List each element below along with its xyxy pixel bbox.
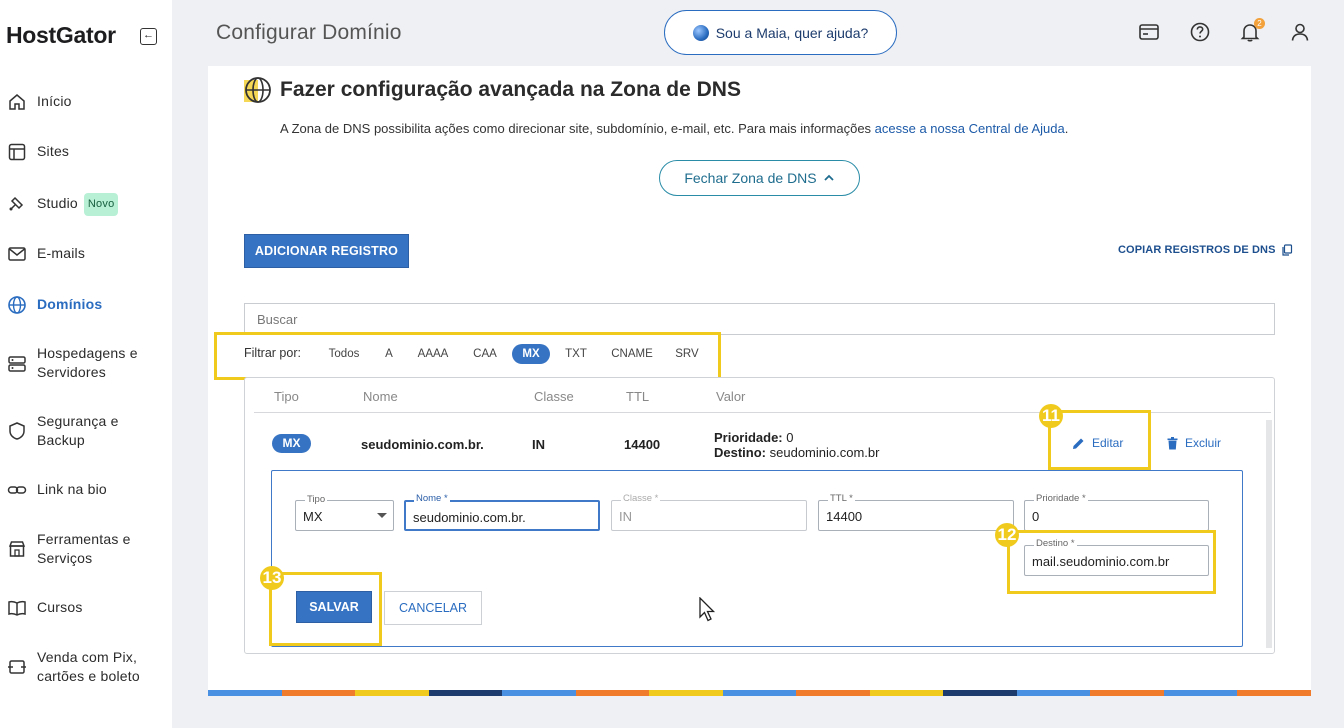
new-badge: Novo [83,193,119,216]
user-account-icon[interactable] [1289,21,1311,43]
link-icon [7,486,27,494]
record-ttl: 14400 [624,437,661,452]
help-center-link[interactable]: acesse a nossa Central de Ajuda [875,121,1065,136]
help-circle-icon[interactable] [1189,21,1211,43]
search-input[interactable]: Buscar [244,303,1275,335]
column-header-tipo: Tipo [274,389,299,404]
top-header: Configurar Domínio Sou a Maia, quer ajud… [172,0,1344,66]
close-dns-zone-button[interactable]: Fechar Zona de DNS [659,160,860,196]
chevron-down-icon [377,513,387,518]
column-header-nome: Nome [363,389,398,404]
trash-icon [1167,436,1178,449]
store-icon [8,541,26,557]
filter-highlight-box [214,332,721,380]
sidebar: HostGator ← Início Sites Studio Novo E-ma… [0,0,172,728]
server-icon [8,356,26,372]
sidebar-item-label: Domínios [37,296,103,312]
column-header-valor: Valor [716,389,746,404]
cancel-button[interactable]: CANCELAR [384,591,482,625]
maia-help-label: Sou a Maia, quer ajuda? [715,24,869,41]
prioridade-label: Prioridade * [1034,493,1088,504]
chevron-up-icon [824,174,834,181]
step-marker-12: 12 [995,523,1019,547]
add-record-button[interactable]: ADICIONAR REGISTRO [244,234,409,268]
sidebar-item-label: Início [37,93,72,109]
edit-highlight-box [1048,410,1151,470]
mouse-cursor-icon [699,597,716,622]
prioridade-input[interactable]: 0 [1024,500,1209,531]
delete-record-button[interactable]: Excluir [1167,436,1221,450]
record-name: seudominio.com.br. [361,437,484,452]
sidebar-item-label: Ferramentas e Serviços [37,531,131,566]
sidebar-item-label: Studio Novo [37,193,119,216]
mail-icon [8,247,26,261]
shield-icon [9,422,25,440]
home-icon [9,94,25,110]
ttl-input[interactable]: 14400 [818,500,1014,531]
record-type-badge: MX [272,434,311,453]
sidebar-item-label: Link na bio [37,481,107,497]
notifications-button[interactable]: 2 [1239,18,1265,43]
layout-icon [8,143,26,161]
delete-label: Excluir [1185,436,1222,450]
dns-section-description: A Zona de DNS possibilita ações como dir… [280,121,1069,136]
column-header-ttl: TTL [626,389,650,404]
nome-label: Nome * [414,493,450,504]
billing-card-icon[interactable] [1138,21,1160,43]
sidebar-item-label: E-mails [37,245,86,261]
column-header-classe: Classe [534,389,574,404]
close-dns-zone-label: Fechar Zona de DNS [684,170,817,186]
maia-help-button[interactable]: Sou a Maia, quer ajuda? [664,10,897,55]
save-highlight-box [269,572,382,646]
sidebar-item-label: Segurança e Backup [37,413,119,448]
sidebar-item-label: Cursos [37,599,83,615]
sidebar-item-label: Hospedagens e Servidores [37,345,138,380]
payment-icon [8,660,26,674]
globe-icon [244,77,271,103]
book-icon [8,600,26,616]
hostgator-logo[interactable]: HostGator [6,22,116,49]
sidebar-item-label: Sites [37,143,70,159]
copy-dns-records-label: COPIAR REGISTROS DE DNS [1118,244,1276,256]
record-priority: Prioridade: 0 [714,430,794,445]
nome-input[interactable]: seudominio.com.br. [404,500,600,531]
record-class: IN [532,437,545,452]
record-destination: Destino: seudominio.com.br [714,445,880,460]
dns-section-title: Fazer configuração avançada na Zona de D… [280,78,741,101]
collapse-sidebar-icon[interactable]: ← [140,28,157,45]
sidebar-item-label: Venda com Pix, cartões e boleto [37,649,140,684]
classe-input: IN [611,500,807,531]
decorative-stripe [208,690,1311,696]
tipo-label: Tipo [305,494,328,505]
notifications-count-badge: 2 [1254,18,1265,29]
globe-icon [8,296,26,314]
studio-icon [9,196,24,211]
step-marker-13: 13 [260,566,284,590]
copy-dns-records-button[interactable]: COPIAR REGISTROS DE DNS [1118,244,1293,256]
destination-highlight-box [1007,530,1216,594]
table-scrollbar[interactable] [1266,420,1272,648]
page-title: Configurar Domínio [216,21,402,44]
maia-avatar-icon [692,24,709,41]
classe-label: Classe * [621,493,661,504]
copy-icon [1281,244,1292,256]
step-marker-11: 11 [1039,404,1063,428]
ttl-label: TTL * [828,493,855,504]
